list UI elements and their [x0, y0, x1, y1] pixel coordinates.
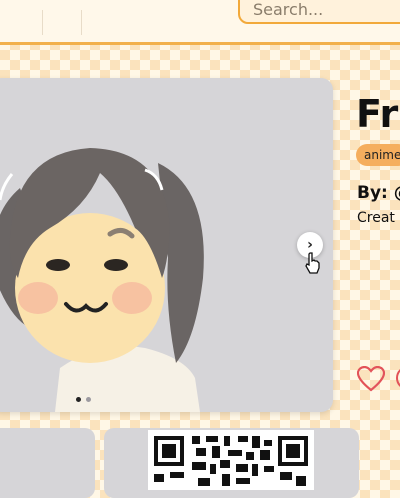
mii-character-image: [0, 148, 204, 412]
carousel-dot-active[interactable]: [76, 397, 81, 402]
search-input[interactable]: Search...: [238, 0, 400, 24]
heart-icon[interactable]: [357, 366, 385, 392]
carousel-dot[interactable]: [86, 397, 91, 402]
carousel-indicators: [76, 397, 91, 402]
author-label[interactable]: By: @: [357, 183, 400, 203]
qr-code-image: [148, 430, 314, 490]
created-label: Creat: [357, 210, 395, 226]
top-header: Search...: [0, 0, 400, 45]
tag-badge[interactable]: anime: [356, 144, 400, 166]
info-panel: [0, 428, 95, 498]
secondary-action-button[interactable]: [396, 366, 400, 390]
mii-image-carousel[interactable]: [0, 78, 333, 412]
header-divider: [81, 10, 82, 35]
search-placeholder: Search...: [253, 0, 324, 19]
mii-title: Fri: [356, 92, 400, 136]
chevron-right-icon: ›: [307, 237, 313, 253]
hand-pointer-icon: [305, 252, 320, 274]
header-divider: [42, 10, 43, 35]
